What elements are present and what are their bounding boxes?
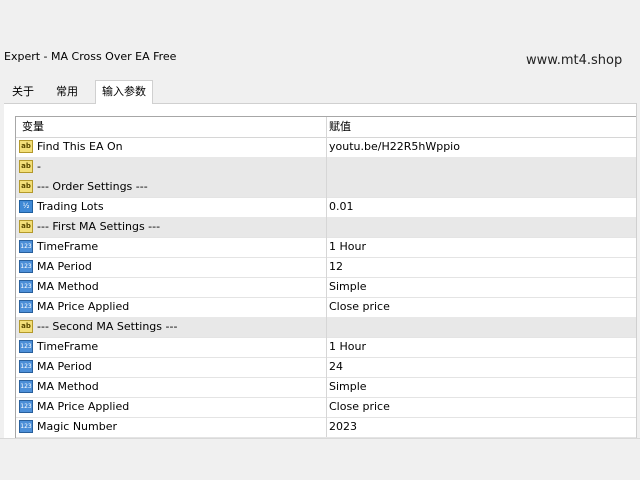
123-integer-icon: 123: [19, 239, 33, 253]
parameter-row[interactable]: ab Find This EA On youtu.be/H22R5hWppio: [16, 137, 636, 158]
parameter-row[interactable]: ab -: [16, 157, 636, 178]
parameter-value[interactable]: Close price: [326, 397, 636, 417]
parameter-value[interactable]: youtu.be/H22R5hWppio: [326, 137, 636, 157]
column-header-value[interactable]: 赋值: [326, 117, 636, 137]
parameter-name-cell[interactable]: 123 MA Method: [16, 377, 325, 397]
parameter-name: MA Period: [37, 260, 92, 273]
123-integer-icon: 123: [19, 339, 33, 353]
parameter-row[interactable]: ab --- Second MA Settings ---: [16, 317, 636, 338]
watermark-text: www.mt4.shop: [526, 53, 623, 68]
parameter-name: MA Method: [37, 380, 99, 393]
parameter-name-cell[interactable]: ab -: [16, 157, 325, 177]
parameter-row[interactable]: 123 TimeFrame 1 Hour: [16, 337, 636, 358]
parameter-name-cell[interactable]: 123 MA Period: [16, 357, 325, 377]
parameter-row[interactable]: 123 MA Price Applied Close price: [16, 297, 636, 318]
parameter-name: MA Price Applied: [37, 300, 130, 313]
inputs-grid: 变量 赋值 ab Find This EA On youtu.be/H22R5hWp…: [15, 116, 636, 438]
parameter-name-cell[interactable]: ½ Trading Lots: [16, 197, 325, 217]
123-integer-icon: 123: [19, 299, 33, 313]
parameter-row[interactable]: 123 TimeFrame 1 Hour: [16, 237, 636, 258]
parameter-name-cell[interactable]: ab --- Second MA Settings ---: [16, 317, 325, 337]
parameter-row[interactable]: 123 MA Period 12: [16, 257, 636, 278]
tab-inputs[interactable]: 输入参数: [95, 80, 153, 104]
parameter-value[interactable]: [326, 217, 636, 237]
parameter-name: -: [37, 160, 41, 173]
parameter-row[interactable]: ab --- First MA Settings ---: [16, 217, 636, 238]
grid-header: 变量 赋值: [16, 117, 636, 138]
parameter-value[interactable]: 1 Hour: [326, 237, 636, 257]
half-double-icon: ½: [19, 199, 33, 213]
parameter-name-cell[interactable]: 123 MA Price Applied: [16, 397, 325, 417]
tab-bar: 关于 常用 输入参数: [4, 80, 636, 104]
parameter-value[interactable]: 24: [326, 357, 636, 377]
ab-string-icon: ab: [19, 219, 33, 233]
parameter-name-cell[interactable]: ab --- Order Settings ---: [16, 177, 325, 197]
parameter-name: Magic Number: [37, 420, 118, 433]
parameter-name: TimeFrame: [37, 340, 99, 353]
123-integer-icon: 123: [19, 279, 33, 293]
parameter-value[interactable]: 1 Hour: [326, 337, 636, 357]
parameter-name-cell[interactable]: 123 TimeFrame: [16, 337, 325, 357]
parameter-value[interactable]: 2023: [326, 417, 636, 437]
ab-string-icon: ab: [19, 139, 33, 153]
parameter-value[interactable]: [326, 157, 636, 177]
123-integer-icon: 123: [19, 379, 33, 393]
parameter-row[interactable]: 123 MA Method Simple: [16, 377, 636, 398]
ab-string-icon: ab: [19, 159, 33, 173]
parameter-name-cell[interactable]: ab --- First MA Settings ---: [16, 217, 325, 237]
tab-about[interactable]: 关于: [6, 81, 40, 103]
parameter-value[interactable]: Close price: [326, 297, 636, 317]
parameter-name-cell[interactable]: 123 TimeFrame: [16, 237, 325, 257]
parameter-row[interactable]: ½ Trading Lots 0.01: [16, 197, 636, 218]
inputs-panel: 变量 赋值 ab Find This EA On youtu.be/H22R5hWp…: [4, 103, 637, 439]
parameter-row[interactable]: 123 MA Method Simple: [16, 277, 636, 298]
123-integer-icon: 123: [19, 399, 33, 413]
parameter-value[interactable]: Simple: [326, 377, 636, 397]
parameter-value[interactable]: [326, 317, 636, 337]
tab-common[interactable]: 常用: [50, 81, 84, 103]
ab-string-icon: ab: [19, 319, 33, 333]
parameter-row[interactable]: 123 MA Period 24: [16, 357, 636, 378]
ab-string-icon: ab: [19, 179, 33, 193]
parameter-name: --- Second MA Settings ---: [37, 320, 178, 333]
parameter-name: MA Price Applied: [37, 400, 130, 413]
123-integer-icon: 123: [19, 259, 33, 273]
parameter-name-cell[interactable]: 123 MA Period: [16, 257, 325, 277]
parameter-name: Trading Lots: [37, 200, 104, 213]
parameter-name: MA Period: [37, 360, 92, 373]
parameter-name: --- Order Settings ---: [37, 180, 148, 193]
parameter-name: TimeFrame: [37, 240, 99, 253]
parameter-name-cell[interactable]: 123 Magic Number: [16, 417, 325, 437]
parameter-value[interactable]: 12: [326, 257, 636, 277]
parameter-value[interactable]: 0.01: [326, 197, 636, 217]
parameter-name-cell[interactable]: ab Find This EA On: [16, 137, 325, 157]
parameter-name: Find This EA On: [37, 140, 123, 153]
parameter-name-cell[interactable]: 123 MA Method: [16, 277, 325, 297]
parameter-name-cell[interactable]: 123 MA Price Applied: [16, 297, 325, 317]
parameter-name: MA Method: [37, 280, 99, 293]
window-title: Expert - MA Cross Over EA Free: [4, 50, 177, 63]
parameter-row[interactable]: 123 MA Price Applied Close price: [16, 397, 636, 418]
parameter-value[interactable]: [326, 177, 636, 197]
column-header-variable[interactable]: 变量: [16, 117, 325, 137]
parameter-value[interactable]: Simple: [326, 277, 636, 297]
parameter-row[interactable]: ab --- Order Settings ---: [16, 177, 636, 198]
parameter-row[interactable]: 123 Magic Number 2023: [16, 417, 636, 438]
divider: [0, 438, 640, 439]
parameter-name: --- First MA Settings ---: [37, 220, 161, 233]
123-integer-icon: 123: [19, 419, 33, 433]
123-integer-icon: 123: [19, 359, 33, 373]
